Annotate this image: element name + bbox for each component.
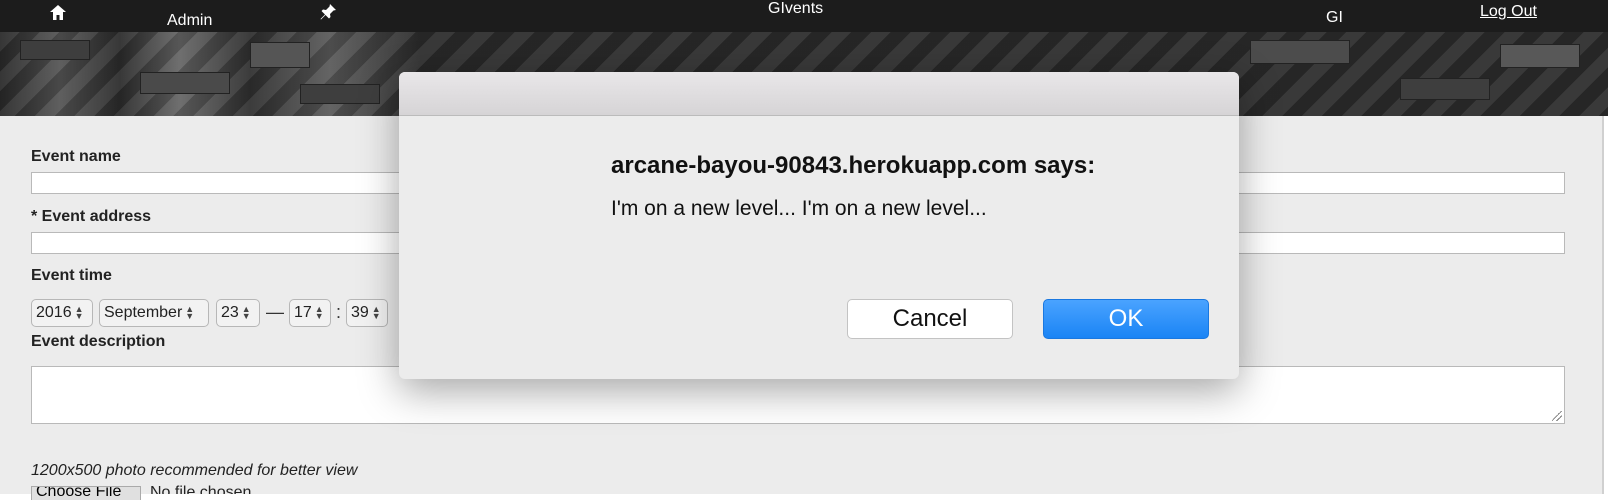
stepper-arrows-icon: ▲ ▼ [314,304,324,321]
day-select[interactable]: 23 ▲ ▼ [216,299,260,327]
alert-dialog: arcane-bayou-90843.herokuapp.com says: I… [399,72,1239,379]
home-icon[interactable] [48,0,68,29]
pin-icon[interactable] [318,0,338,28]
dialog-heading: arcane-bayou-90843.herokuapp.com says: [611,152,1096,179]
dialog-message: I'm on a new level... I'm on a new level… [611,197,987,220]
time-dash: — [266,302,284,322]
month-value: September [104,304,183,321]
stepper-arrows-icon: ▲ ▼ [371,304,381,321]
stepper-arrows-icon: ▲ ▼ [185,304,195,321]
resize-grip-icon[interactable] [1552,411,1562,421]
time-colon: : [336,302,342,322]
event-name-label: Event name [31,148,121,165]
month-select[interactable]: September ▲ ▼ [99,299,209,327]
banner-tile [20,40,90,60]
banner-tile [1250,40,1350,64]
top-navbar: Admin GIvents GI Log Out [0,0,1608,32]
choose-file-button[interactable]: Choose File [31,486,141,500]
banner-tile [1400,78,1490,100]
stepper-arrows-icon: ▲ ▼ [74,304,84,321]
ok-button[interactable]: OK [1043,299,1209,339]
photo-hint: 1200x500 photo recommended for better vi… [31,462,358,479]
event-address-label: * Event address [31,208,152,225]
event-time-label: Event time [31,267,112,284]
year-select[interactable]: 2016 ▲ ▼ [31,299,93,327]
year-value: 2016 [36,304,72,321]
choose-file-label: Choose File [36,486,122,500]
event-description-label: Event description [31,333,166,350]
dialog-titlebar [399,72,1239,116]
nav-gi-link[interactable]: GI [1326,2,1343,34]
banner-tile [1500,44,1580,68]
hour-select[interactable]: 17 ▲ ▼ [289,299,331,327]
brand-title[interactable]: GIvents [768,0,823,25]
minute-value: 39 [351,304,369,321]
stepper-arrows-icon: ▲ ▼ [241,304,251,321]
banner-tile [140,72,230,94]
logout-link[interactable]: Log Out [1480,0,1537,28]
banner-tile [300,84,380,104]
hour-value: 17 [294,304,312,321]
day-value: 23 [221,304,239,321]
no-file-text: No file chosen [150,484,252,494]
cancel-button[interactable]: Cancel [847,299,1013,339]
minute-select[interactable]: 39 ▲ ▼ [346,299,388,327]
banner-tile [250,42,310,68]
